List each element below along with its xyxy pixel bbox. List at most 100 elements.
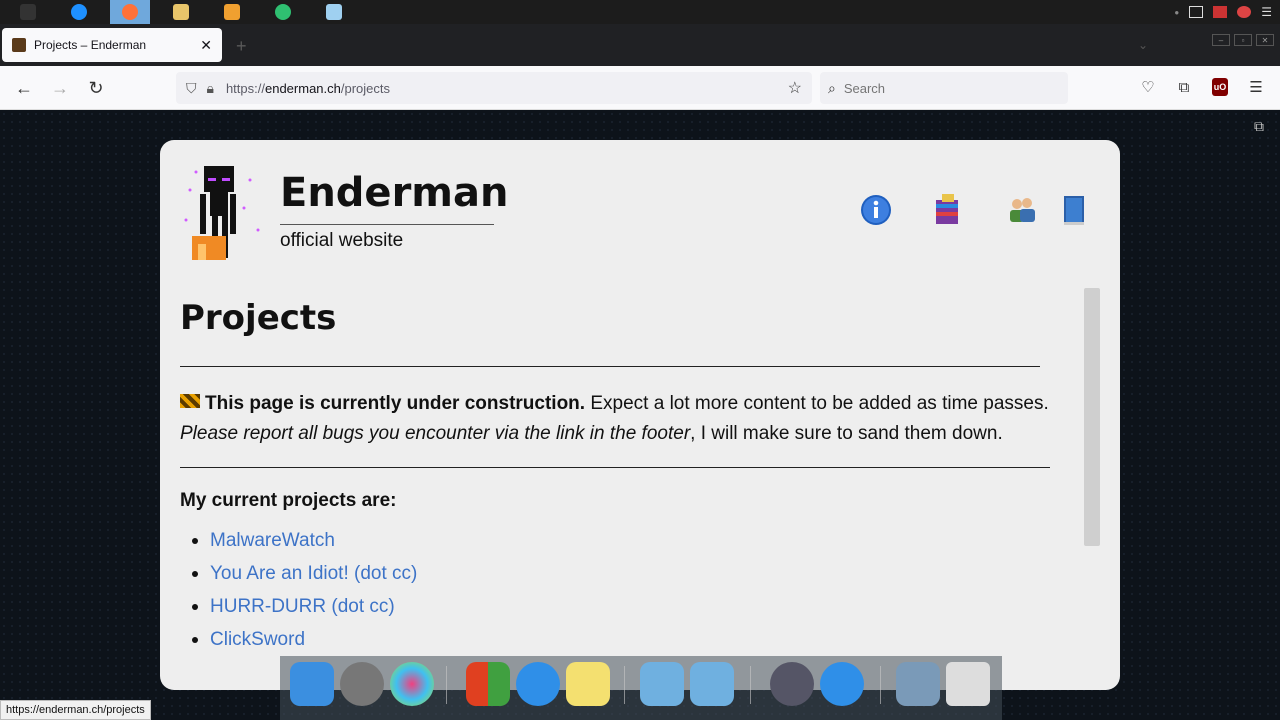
app-store-icon[interactable] <box>820 662 864 706</box>
bullet <box>192 637 198 643</box>
link-status-bar: https://enderman.ch/projects <box>0 700 151 720</box>
system-tray: ● ☰ <box>1174 0 1272 24</box>
notepad-icon <box>326 4 342 20</box>
app-icon <box>20 4 36 20</box>
finder-icon[interactable] <box>290 662 334 706</box>
taskbar-notepad-button[interactable] <box>314 0 354 24</box>
taskbar-explorer-button[interactable] <box>161 0 201 24</box>
folder-icon[interactable] <box>640 662 684 706</box>
taskbar-firefox-button[interactable] <box>110 0 150 24</box>
url-text[interactable]: https://enderman.ch/projects <box>226 81 390 96</box>
browser-nav-bar: ← → ↻ ⛉ 🔒︎ https://enderman.ch/projects … <box>0 66 1280 110</box>
windows-logo-icon[interactable] <box>466 662 510 706</box>
enderman-logo <box>178 160 268 260</box>
site-card: Enderman official website Projects This … <box>160 140 1120 690</box>
tray-dot-icon: ● <box>1174 7 1180 17</box>
search-icon: ⌕ <box>828 79 836 96</box>
projects-subheading: My current projects are: <box>180 490 397 511</box>
dock-separator <box>880 666 881 704</box>
url-bar[interactable]: ⛉ 🔒︎ https://enderman.ch/projects ☆ <box>176 72 812 104</box>
construction-notice: This page is currently under constructio… <box>180 389 1060 449</box>
book-icon[interactable] <box>1058 192 1090 228</box>
close-tab-icon[interactable]: ✕ <box>200 37 212 54</box>
bullet <box>192 538 198 544</box>
system-preferences-icon[interactable] <box>340 662 384 706</box>
project-link[interactable]: MalwareWatch <box>210 530 335 552</box>
safari-icon[interactable] <box>516 662 560 706</box>
bullet <box>192 604 198 610</box>
forward-arrow-icon[interactable]: → <box>50 78 70 98</box>
launchpad-icon[interactable] <box>770 662 814 706</box>
project-link[interactable]: ClickSword <box>210 629 305 651</box>
applications-folder-icon[interactable] <box>690 662 734 706</box>
users-icon[interactable] <box>1006 192 1038 228</box>
internet-explorer-icon <box>71 4 87 20</box>
site-brand-title[interactable]: Enderman <box>280 170 508 216</box>
firefox-icon <box>122 4 138 20</box>
dock-separator <box>624 666 625 704</box>
taskbar-media-button[interactable] <box>212 0 252 24</box>
tracking-shield-icon[interactable]: ⛉ <box>186 80 197 97</box>
browser-tab-bar: Projects – Enderman ✕ + ⌄ – ▫ ✕ <box>0 24 1280 66</box>
pocket-icon[interactable]: ♡ <box>1138 78 1158 98</box>
search-bar[interactable]: ⌕ <box>820 72 1068 104</box>
tab-title: Projects – Enderman <box>34 38 147 52</box>
lock-icon[interactable]: 🔒︎ <box>207 80 214 97</box>
projects-list: MalwareWatch You Are an Idiot! (dot cc) … <box>180 530 1060 651</box>
color-sphere-icon[interactable] <box>390 662 434 706</box>
bullet <box>192 571 198 577</box>
dock-separator <box>750 666 751 704</box>
page-viewport: ⧉ Enderman official website Projects Thi… <box>0 110 1280 720</box>
taskbar-app-button[interactable] <box>8 0 48 24</box>
maximize-button[interactable]: ▫ <box>1234 34 1252 46</box>
dock <box>280 656 1002 720</box>
notes-icon[interactable] <box>566 662 610 706</box>
taskbar-edge-button[interactable] <box>263 0 303 24</box>
list-item[interactable]: MalwareWatch <box>192 530 1060 552</box>
notice-end: , I will make sure to sand them down. <box>690 423 1003 444</box>
info-icon[interactable] <box>860 192 892 228</box>
projects-icon[interactable] <box>932 192 964 228</box>
site-favicon-icon <box>12 38 26 52</box>
main-content: Projects This page is currently under co… <box>180 290 1060 662</box>
tab-projects[interactable]: Projects – Enderman ✕ <box>2 28 222 62</box>
scrollbar-thumb[interactable] <box>1084 288 1100 546</box>
project-link[interactable]: You Are an Idiot! (dot cc) <box>210 563 417 585</box>
ublock-origin-icon[interactable]: uO <box>1212 78 1228 96</box>
folder-icon <box>173 4 189 20</box>
tray-menu-icon[interactable]: ☰ <box>1261 5 1272 19</box>
extension-overlay-icon[interactable]: ⧉ <box>1254 118 1270 134</box>
page-title: Projects <box>180 298 337 338</box>
new-tab-button[interactable]: + <box>236 36 247 57</box>
taskbar-ie-button[interactable] <box>59 0 99 24</box>
extensions-icon[interactable]: ⧉ <box>1174 78 1194 98</box>
flag-icon[interactable] <box>1213 6 1228 18</box>
brand-divider <box>280 224 494 225</box>
media-player-icon <box>224 4 240 20</box>
volume-muted-icon[interactable] <box>1237 6 1252 18</box>
construction-icon <box>180 394 200 408</box>
network-icon[interactable] <box>1189 6 1204 18</box>
list-item[interactable]: HURR-DURR (dot cc) <box>192 596 1060 618</box>
bookmark-star-icon[interactable]: ☆ <box>788 78 802 98</box>
window-controls: – ▫ ✕ <box>1212 34 1274 46</box>
divider <box>180 366 1040 367</box>
trash-icon[interactable] <box>946 662 990 706</box>
divider <box>180 467 1050 468</box>
os-taskbar: ● ☰ <box>0 0 1280 24</box>
search-input[interactable] <box>843 80 1044 96</box>
notice-bold: This page is currently under constructio… <box>205 393 586 414</box>
close-window-button[interactable]: ✕ <box>1256 34 1274 46</box>
minimize-button[interactable]: – <box>1212 34 1230 46</box>
list-tabs-chevron-icon[interactable]: ⌄ <box>1138 38 1148 52</box>
reload-icon[interactable]: ↻ <box>86 78 106 98</box>
edge-icon <box>275 4 291 20</box>
list-item[interactable]: You Are an Idiot! (dot cc) <box>192 563 1060 585</box>
preview-icon[interactable] <box>896 662 940 706</box>
list-item[interactable]: ClickSword <box>192 629 1060 651</box>
project-link[interactable]: HURR-DURR (dot cc) <box>210 596 395 618</box>
site-tagline: official website <box>280 230 404 251</box>
hamburger-menu-icon[interactable]: ☰ <box>1246 78 1266 98</box>
back-arrow-icon[interactable]: ← <box>14 78 34 98</box>
notice-italic: Please report all bugs you encounter via… <box>180 423 691 444</box>
